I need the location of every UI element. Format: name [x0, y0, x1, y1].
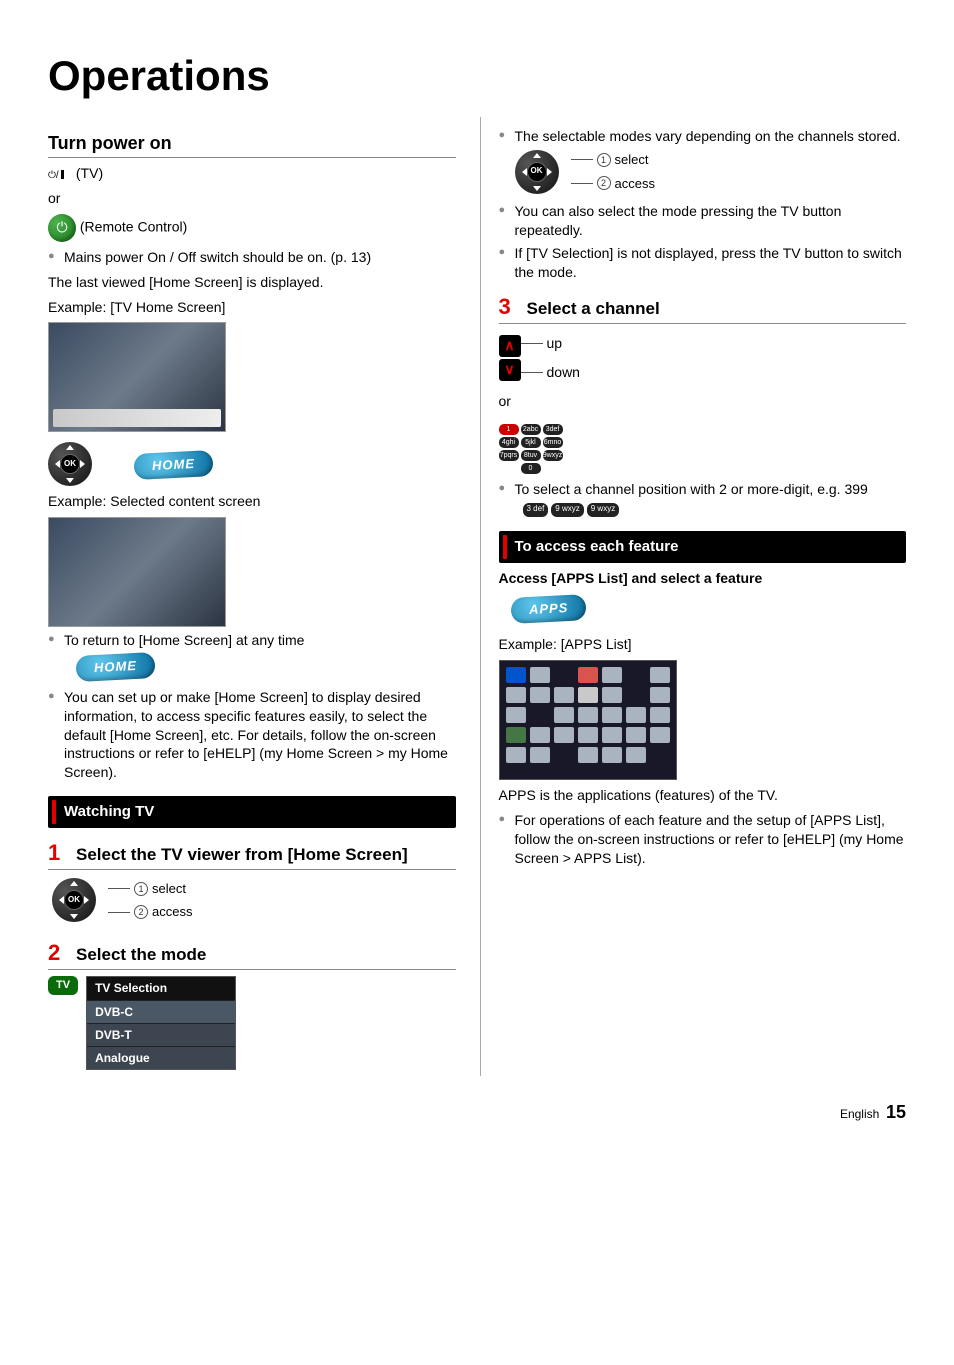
svg-text:⏻/: ⏻/ [48, 170, 59, 181]
tv-selection-option: DVB-T [87, 1023, 235, 1046]
step-3: 3 Select a channel [499, 296, 907, 324]
heading-access-feature: To access each feature [499, 531, 907, 563]
bullet-not-displayed: If [TV Selection] is not displayed, pres… [499, 244, 907, 282]
remote-power-icon [48, 214, 76, 242]
step-1: 1 Select the TV viewer from [Home Screen… [48, 842, 456, 870]
channel-up-icon: ∧ [499, 335, 521, 357]
tv-power-icon: ⏻/ [48, 167, 70, 181]
dpad-select-access: OK 1select 2access [52, 878, 192, 922]
tv-selection-graphic: TV TV Selection DVB-C DVB-T Analogue [48, 976, 456, 1070]
tv-selection-option: DVB-C [87, 1000, 235, 1023]
numeric-keypad-icon: 1 2abc 3def 4ghi 5jkl 6mno 7pqrs 8tuv 9w… [499, 424, 563, 474]
annot-access-2: access [615, 175, 655, 193]
apps-desc: APPS is the applications (features) of t… [499, 786, 907, 805]
bullet-multidigit: To select a channel position with 2 or m… [499, 480, 907, 517]
example-apps-label: Example: [APPS List] [499, 635, 907, 654]
bullet-mains: Mains power On / Off switch should be on… [48, 248, 456, 267]
annot-select: select [152, 880, 186, 898]
heading-watching-tv: Watching TV [48, 796, 456, 828]
tv-power-line: ⏻/ (TV) [48, 164, 456, 183]
annot-select-2: select [615, 151, 649, 169]
dpad-icon-2: OK [52, 878, 96, 922]
channel-down-icon: ∨ [499, 359, 521, 381]
dpad-home-row: OK HOME [48, 442, 456, 486]
selected-screenshot [48, 517, 226, 627]
tv-selection-option: Analogue [87, 1046, 235, 1069]
key-3: 3 def [523, 503, 549, 517]
heading-turn-power-on: Turn power on [48, 131, 456, 158]
apps-button: APPS [510, 594, 587, 623]
page-title: Operations [48, 48, 906, 105]
bullet-apps-ops: For operations of each feature and the s… [499, 811, 907, 868]
bullet-modes-vary: The selectable modes vary depending on t… [499, 127, 907, 199]
tv-green-button: TV [48, 976, 78, 995]
or-label: or [48, 189, 456, 208]
text-last-viewed: The last viewed [Home Screen] is display… [48, 273, 456, 292]
channel-up-down: ∧ ∨ up down [499, 330, 907, 386]
tv-selection-title: TV Selection [87, 977, 235, 999]
dpad-icon: OK [48, 442, 92, 486]
example-tvhome-label: Example: [TV Home Screen] [48, 298, 456, 317]
bullet-setup: You can set up or make [Home Screen] to … [48, 688, 456, 782]
annot-access: access [152, 903, 192, 921]
page-number: English 15 [48, 1100, 906, 1124]
bullet-return: To return to [Home Screen] at any time H… [48, 631, 456, 683]
step-2: 2 Select the mode [48, 942, 456, 970]
tv-selection-menu: TV Selection DVB-C DVB-T Analogue [86, 976, 236, 1070]
home-button: HOME [133, 450, 213, 480]
remote-power-line: (Remote Control) [48, 214, 456, 242]
dpad-icon-3: OK [515, 150, 559, 194]
bullet-also-select: You can also select the mode pressing th… [499, 202, 907, 240]
example-selected-label: Example: Selected content screen [48, 492, 456, 511]
key-9: 9 wxyz [551, 503, 583, 517]
tvhome-screenshot [48, 322, 226, 432]
home-button-2: HOME [75, 652, 155, 682]
or-label-2: or [499, 392, 907, 411]
key-9b: 9 wxyz [587, 503, 619, 517]
apps-list-screenshot [499, 660, 677, 780]
access-apps-sub: Access [APPS List] and select a feature [499, 569, 907, 588]
